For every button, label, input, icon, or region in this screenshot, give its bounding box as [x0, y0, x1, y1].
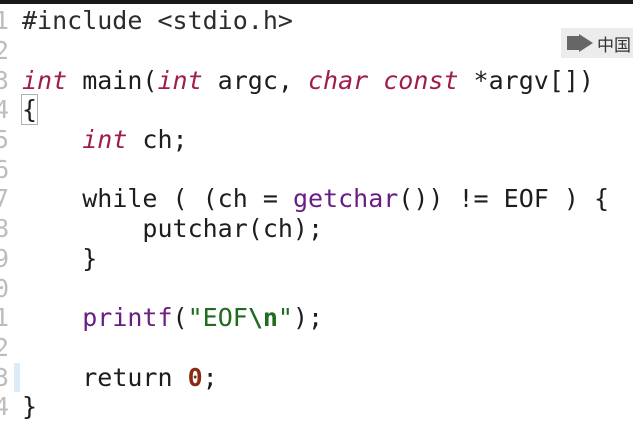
code-text: ; — [202, 363, 218, 392]
video-camera-icon — [567, 34, 593, 52]
line-number: 7 — [0, 184, 10, 213]
code-text: ); — [292, 303, 324, 332]
code-text: main( — [67, 66, 158, 95]
code-line-close-brace[interactable]: } — [22, 392, 37, 422]
code-text: return — [82, 363, 188, 392]
code-text: ()) != EOF ) { — [398, 184, 610, 213]
code-text-area[interactable]: #include <stdio.h> int main(int argc, ch… — [20, 4, 633, 424]
code-line-open-brace[interactable]: { — [20, 94, 39, 125]
line-number: 1 — [0, 6, 10, 35]
code-line-include[interactable]: #include <stdio.h> — [22, 6, 293, 36]
line-number: 4 — [0, 95, 10, 124]
line-number-gutter: 1 2 3 4 5 6 7 8 9 0 1 2 3 4 — [0, 4, 14, 424]
keyword-int: int — [22, 66, 68, 95]
line-number: 8 — [0, 214, 10, 243]
code-line-while[interactable]: while ( (ch = getchar()) != EOF ) { — [22, 184, 609, 214]
code-line-printf[interactable]: printf("EOF\n"); — [22, 303, 323, 333]
code-line-main-signature[interactable]: int main(int argc, char const *argv[]) — [22, 66, 594, 96]
line-number: 3 — [0, 66, 10, 95]
preprocessor-directive: #include <stdio.h> — [22, 6, 293, 35]
line-number: 6 — [0, 155, 10, 184]
code-text: *argv[]) — [458, 66, 594, 95]
line-number: 4 — [0, 392, 10, 421]
keyword-int: int — [82, 125, 128, 154]
function-name: printf — [82, 303, 173, 332]
line-number: 3 — [0, 363, 10, 392]
line-number: 5 — [0, 125, 10, 154]
matched-brace: { — [20, 94, 39, 125]
code-editor[interactable]: 1 2 3 4 5 6 7 8 9 0 1 2 3 4 #include <st… — [0, 4, 633, 424]
escape-sequence: \n — [247, 303, 278, 332]
number-literal: 0 — [187, 363, 203, 392]
code-text: while ( (ch = — [82, 184, 293, 213]
watermark-overlay: 中国 — [561, 28, 633, 58]
watermark-text: 中国 — [597, 35, 631, 56]
code-text: } — [82, 244, 98, 273]
line-number: 1 — [0, 303, 10, 332]
code-text: argc, — [202, 66, 308, 95]
code-line-declare-ch[interactable]: int ch; — [22, 125, 188, 155]
code-text: ch; — [127, 125, 188, 154]
line-number: 2 — [0, 36, 10, 65]
code-line-putchar[interactable]: putchar(ch); — [22, 214, 323, 244]
code-line-close-while[interactable]: } — [22, 244, 97, 274]
string-literal: " — [277, 303, 293, 332]
keyword-char-const: char const — [307, 66, 459, 95]
line-number: 0 — [0, 274, 10, 303]
code-text: } — [22, 392, 38, 421]
code-text: ( — [172, 303, 188, 332]
line-number: 2 — [0, 333, 10, 362]
keyword-int: int — [157, 66, 203, 95]
string-literal: "EOF — [187, 303, 248, 332]
code-text: putchar(ch); — [142, 214, 324, 243]
function-name: getchar — [292, 184, 399, 213]
code-line-return[interactable]: return 0; — [22, 363, 218, 393]
line-number: 9 — [0, 244, 10, 273]
